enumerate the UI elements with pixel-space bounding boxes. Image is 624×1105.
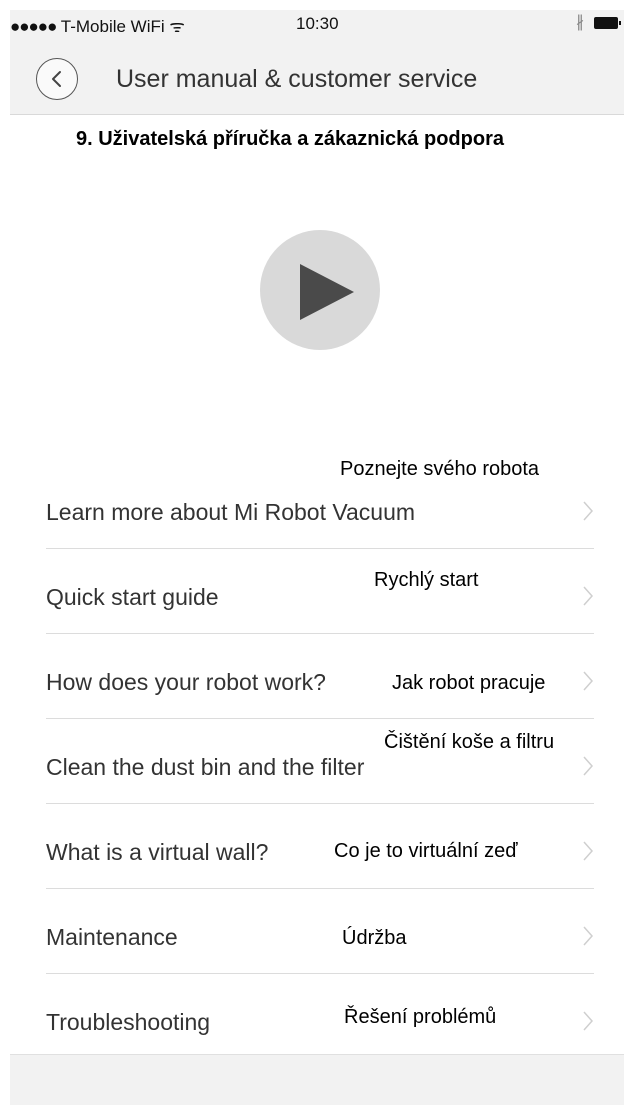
menu-item-translation: Řešení problémů xyxy=(344,1006,497,1028)
chevron-right-icon xyxy=(583,501,594,521)
navigation-header: ●●●●● T-Mobile WiFi ᯤ 10:30 ∦ User manua… xyxy=(10,10,624,115)
menu-item-label: How does your robot work? xyxy=(46,669,326,695)
overlay-heading: 9. Uživatelská příručka a zákaznická pod… xyxy=(76,128,504,150)
carrier-name: T-Mobile WiFi xyxy=(60,17,165,36)
menu-item-translation: Rychlý start xyxy=(374,569,479,591)
menu-list: Poznejte svého robota Learn more about M… xyxy=(46,458,594,1058)
menu-item-label: Learn more about Mi Robot Vacuum xyxy=(46,499,416,525)
chevron-right-icon xyxy=(583,586,594,606)
page-title: User manual & customer service xyxy=(116,65,478,93)
bottom-area xyxy=(10,1054,624,1105)
menu-item-maintenance[interactable]: Údržba Maintenance xyxy=(46,889,594,974)
play-icon xyxy=(300,264,354,320)
menu-item-translation: Jak robot pracuje xyxy=(392,672,546,694)
menu-item-translation: Údržba xyxy=(342,927,407,949)
menu-item-label: Quick start guide xyxy=(46,584,219,610)
menu-item-learn-more[interactable]: Poznejte svého robota Learn more about M… xyxy=(46,458,594,549)
chevron-left-icon xyxy=(52,71,61,87)
status-time: 10:30 xyxy=(296,14,339,33)
menu-item-troubleshooting[interactable]: Řešení problémů Troubleshooting xyxy=(46,974,594,1058)
menu-item-translation: Co je to virtuální zeď xyxy=(334,840,518,862)
status-carrier: ●●●●● T-Mobile WiFi ᯤ xyxy=(10,14,185,37)
play-video-button[interactable] xyxy=(260,230,380,350)
status-right: ∦ xyxy=(576,14,621,31)
menu-item-clean-dust-bin[interactable]: Čištění koše a filtru Clean the dust bin… xyxy=(46,719,594,804)
chevron-right-icon xyxy=(583,671,594,691)
chevron-right-icon xyxy=(583,756,594,776)
menu-item-label: Maintenance xyxy=(46,924,178,950)
bluetooth-icon: ∦ xyxy=(576,14,584,31)
menu-item-label: Clean the dust bin and the filter xyxy=(46,754,365,780)
wifi-icon: ᯤ xyxy=(169,17,185,36)
menu-item-translation: Čištění koše a filtru xyxy=(384,731,555,753)
menu-item-label: Troubleshooting xyxy=(46,1009,211,1035)
chevron-right-icon xyxy=(583,1011,594,1031)
menu-item-label: What is a virtual wall? xyxy=(46,839,269,865)
chevron-right-icon xyxy=(583,841,594,861)
menu-item-quick-start[interactable]: Rychlý start Quick start guide xyxy=(46,549,594,634)
battery-icon xyxy=(594,17,621,29)
menu-item-how-robot-works[interactable]: Jak robot pracuje How does your robot wo… xyxy=(46,634,594,719)
menu-item-translation: Poznejte svého robota xyxy=(340,458,540,480)
menu-item-virtual-wall[interactable]: Co je to virtuální zeď What is a virtual… xyxy=(46,804,594,889)
signal-strength-icon: ●●●●● xyxy=(10,17,57,36)
back-button[interactable] xyxy=(36,58,78,100)
chevron-right-icon xyxy=(583,926,594,946)
